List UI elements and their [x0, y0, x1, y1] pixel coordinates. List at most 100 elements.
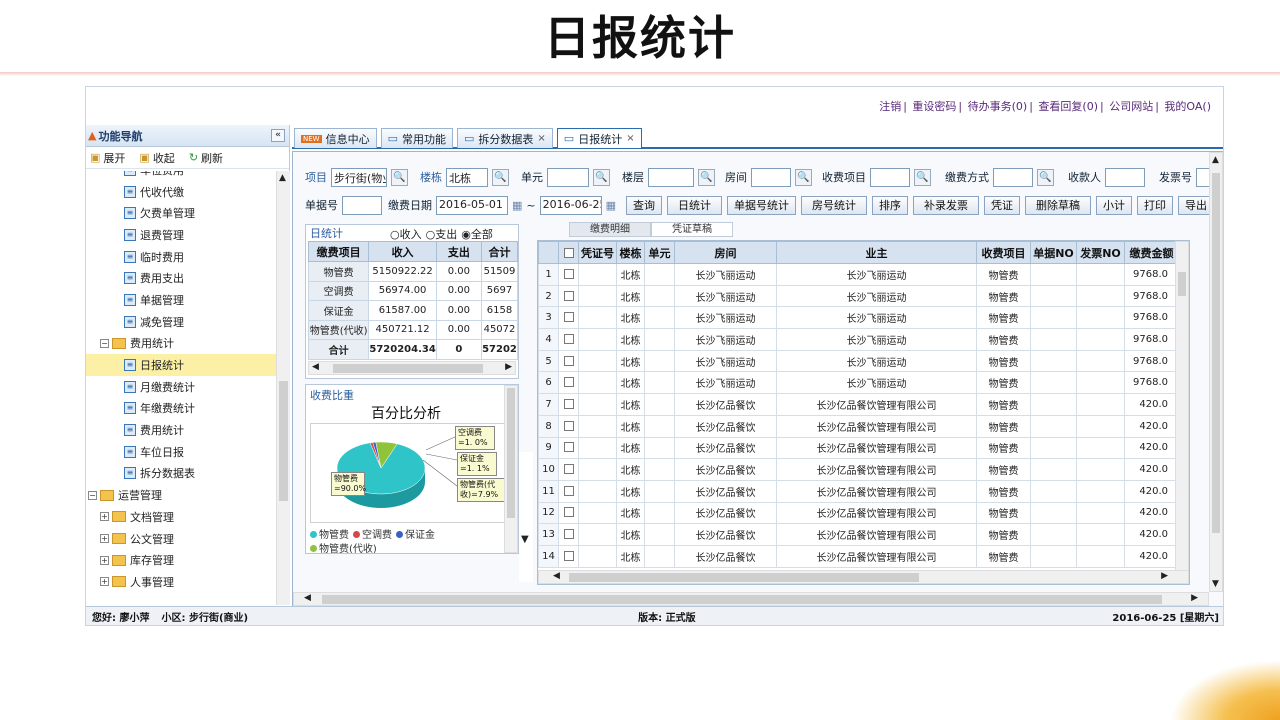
sidebar-item[interactable]: − 费用统计 — [86, 333, 276, 355]
project-field[interactable]: 步行街(物业 — [331, 167, 387, 187]
action-button[interactable]: 删除草稿 — [1025, 195, 1092, 215]
action-button[interactable]: 日统计 — [667, 195, 723, 215]
refresh-button[interactable]: ↻ 刷新 — [189, 150, 223, 166]
grid-header-cell[interactable]: 凭证号 — [578, 241, 617, 264]
collapse-sidebar-button[interactable]: « — [271, 129, 285, 142]
calendar-icon[interactable]: ▦ — [606, 199, 616, 212]
unit-search-icon[interactable]: 🔍 — [593, 168, 610, 186]
action-button[interactable]: 单据号统计 — [727, 195, 797, 215]
grid-header-cell[interactable] — [558, 241, 579, 264]
radio-option[interactable]: ○支出 — [426, 228, 458, 241]
payee-field[interactable] — [1105, 167, 1145, 187]
main-hscroll-thumb[interactable] — [322, 595, 1162, 604]
collapse-all-button[interactable]: ▣ 收起 — [139, 150, 174, 166]
room-field[interactable] — [751, 167, 791, 187]
row-checkbox[interactable] — [563, 398, 574, 409]
action-button[interactable]: 小计 — [1096, 195, 1133, 215]
grid-hscroll-thumb[interactable] — [569, 573, 919, 582]
date-from-field[interactable]: 2016-05-01 — [436, 195, 508, 215]
building-search-icon[interactable]: 🔍 — [492, 168, 509, 186]
row-checkbox[interactable] — [563, 355, 574, 366]
sidebar-item[interactable]: ≡ 代收代缴 — [86, 181, 276, 203]
grid-header-cell[interactable]: 发票NO — [1076, 241, 1125, 264]
grid-header-cell[interactable]: 业主 — [776, 241, 977, 264]
row-checkbox[interactable] — [563, 485, 574, 496]
company-site-link[interactable]: 公司网站 — [1109, 100, 1153, 113]
tab-item[interactable]: ▭ 拆分数据表 × — [457, 128, 553, 148]
doc-no-field[interactable] — [342, 195, 382, 215]
grid-header-cell[interactable] — [538, 241, 559, 264]
grid-header-cell[interactable]: 房间 — [674, 241, 777, 264]
row-checkbox[interactable] — [563, 377, 574, 388]
stats-row[interactable]: 物管费 5150922.22 0.00 51509 — [307, 261, 519, 282]
stats-hscrollbar[interactable]: ◀ ▶ — [308, 361, 516, 375]
expand-toggle-icon[interactable]: + — [100, 577, 109, 587]
todo-link[interactable]: 待办事务(0) — [968, 100, 1028, 113]
stats-row[interactable]: 合计 5720204.34 0 57202 — [307, 339, 519, 360]
table-row[interactable]: 14 北栋 长沙亿品餐饮 长沙亿品餐饮管理有限公司 物管费 420.0 — [538, 544, 1179, 568]
row-checkbox[interactable] — [563, 333, 574, 344]
tab-item[interactable]: NEW 信息中心 — [294, 128, 377, 148]
table-row[interactable]: 2 北栋 长沙飞丽运动 长沙飞丽运动 物管费 9768.0 — [538, 284, 1179, 308]
expand-all-button[interactable]: ▣ 展开 — [90, 150, 125, 166]
expand-toggle-icon[interactable]: − — [100, 338, 109, 348]
table-row[interactable]: 9 北栋 长沙亿品餐饮 长沙亿品餐饮管理有限公司 物管费 420.0 — [538, 436, 1179, 460]
building-field[interactable]: 北栋 — [446, 167, 488, 187]
close-icon[interactable]: × — [626, 133, 634, 144]
sidebar-item[interactable]: + 公文管理 — [86, 528, 276, 550]
row-checkbox[interactable] — [563, 420, 574, 431]
row-checkbox[interactable] — [563, 290, 574, 301]
row-checkbox[interactable] — [563, 268, 574, 279]
sidebar-item[interactable]: + 文档管理 — [86, 506, 276, 528]
sidebar-item[interactable]: + 库存管理 — [86, 549, 276, 571]
scroll-right-icon[interactable]: ▶ — [505, 362, 512, 372]
charge-item-field[interactable] — [870, 167, 910, 187]
action-button[interactable]: 凭证 — [984, 195, 1021, 215]
subtab-voucher-draft[interactable]: 凭证草稿 — [651, 222, 733, 237]
action-button[interactable]: 排序 — [872, 195, 909, 215]
pay-method-field[interactable] — [993, 167, 1033, 187]
pay-method-search-icon[interactable]: 🔍 — [1037, 168, 1054, 186]
table-row[interactable]: 7 北栋 长沙亿品餐饮 长沙亿品餐饮管理有限公司 物管费 420.0 — [538, 393, 1179, 416]
tab-item[interactable]: ▭ 常用功能 — [380, 128, 453, 148]
action-button[interactable]: 打印 — [1137, 195, 1174, 215]
sidebar-item[interactable]: ≡ 退费管理 — [86, 224, 276, 246]
stats-row[interactable]: 空调费 56974.00 0.00 5697 — [307, 280, 519, 301]
floor-search-icon[interactable]: 🔍 — [698, 168, 715, 186]
table-row[interactable]: 6 北栋 长沙飞丽运动 长沙飞丽运动 物管费 9768.0 — [538, 371, 1179, 395]
scroll-down-icon[interactable]: ▼ — [1212, 579, 1219, 589]
sidebar-item[interactable]: ≡ 欠费单管理 — [86, 202, 276, 224]
grid-header-cell[interactable]: 单据NO — [1030, 241, 1077, 264]
ratio-vscroll-thumb[interactable] — [507, 388, 515, 518]
sidebar-item[interactable]: ≡ 单据管理 — [86, 289, 276, 311]
sidebar-item[interactable]: ≡ 年缴费统计 — [86, 398, 276, 420]
sidebar-item[interactable]: ≡ 费用支出 — [86, 267, 276, 289]
grid-hscrollbar[interactable]: ◀ ▶ — [538, 570, 1189, 584]
table-row[interactable]: 12 北栋 长沙亿品餐饮 长沙亿品餐饮管理有限公司 物管费 420.0 — [538, 501, 1179, 525]
date-to-field[interactable]: 2016-06-25 — [539, 195, 602, 215]
scroll-up-icon[interactable]: ▲ — [279, 173, 286, 183]
radio-icon[interactable]: ○ — [390, 228, 400, 241]
subtab-payment-detail[interactable]: 缴费明细 — [569, 222, 651, 237]
table-row[interactable]: 5 北栋 长沙飞丽运动 长沙飞丽运动 物管费 9768.0 — [538, 349, 1179, 373]
replies-link[interactable]: 查看回复(0) — [1038, 100, 1098, 113]
row-checkbox[interactable] — [563, 442, 574, 453]
grid-vscroll-thumb[interactable] — [1178, 272, 1186, 296]
stats-row[interactable]: 物管费(代收) 450721.12 0.00 45072 — [307, 319, 519, 340]
action-button[interactable]: 查询 — [626, 195, 663, 215]
scroll-left-icon[interactable]: ◀ — [312, 362, 319, 372]
grid-header-cell[interactable]: 单元 — [644, 241, 675, 264]
action-button[interactable]: 补录发票 — [913, 195, 980, 215]
grid-header-cell[interactable]: 收费项目 — [976, 241, 1031, 264]
stats-hscroll-thumb[interactable] — [333, 364, 483, 373]
row-checkbox[interactable] — [563, 507, 574, 518]
expand-toggle-icon[interactable]: − — [88, 490, 97, 500]
floor-field[interactable] — [648, 167, 694, 187]
sidebar-item[interactable]: ≡ 日报统计 — [86, 354, 276, 376]
grid-header-cell[interactable]: 缴费金额 — [1124, 241, 1179, 264]
table-row[interactable]: 3 北栋 长沙飞丽运动 长沙飞丽运动 物管费 9768.0 — [538, 306, 1179, 330]
unit-field[interactable] — [547, 167, 589, 187]
tab-item[interactable]: ▭ 日报统计 × — [556, 128, 642, 148]
table-row[interactable]: 13 北栋 长沙亿品餐饮 长沙亿品餐饮管理有限公司 物管费 420.0 — [538, 523, 1179, 546]
table-row[interactable]: 10 北栋 长沙亿品餐饮 长沙亿品餐饮管理有限公司 物管费 420.0 — [538, 458, 1179, 481]
